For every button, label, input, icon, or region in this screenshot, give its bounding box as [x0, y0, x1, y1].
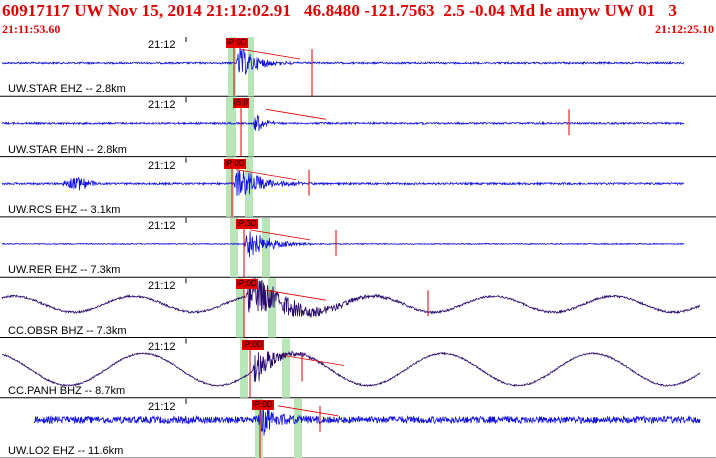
coda-fit-line	[249, 229, 311, 241]
phase-pick-flag[interactable]: iP:3D	[236, 218, 258, 229]
time-tick-label: 21:12	[148, 340, 176, 353]
station-label: UW.STAR EHZ -- 2.8km	[8, 83, 126, 96]
coda-fit-line	[265, 108, 327, 120]
station-label: UW.RCS EHZ -- 3.1km	[8, 203, 121, 216]
waveform-trace	[1, 47, 685, 75]
phase-pick-flag[interactable]: iP:0D	[252, 399, 274, 410]
time-tick-label: 21:12	[148, 400, 176, 413]
phase-pick-flag[interactable]: iP:0D	[226, 38, 248, 48]
station-label: UW.STAR EHN -- 2.8km	[8, 143, 127, 156]
s-window-band	[294, 398, 302, 458]
window-end-time: 21:12:25.10	[655, 22, 714, 36]
time-tick-label: 21:12	[148, 39, 176, 51]
station-label: CC.OBSR BHZ -- 7.3km	[8, 324, 127, 337]
station-label: CC.PANH BHZ -- 8.7km	[8, 384, 126, 397]
coda-fit-line	[277, 405, 339, 417]
seismogram-panels[interactable]: 21:12 UW.STAR EHZ -- 2.8km iP:0D 21:12 UW.ST…	[0, 36, 716, 458]
event-header: 60917117 UW Nov 15, 2014 21:12:02.91 46.…	[0, 0, 716, 36]
waveform-trace	[1, 170, 685, 197]
event-summary-title: 60917117 UW Nov 15, 2014 21:12:02.91 46.…	[2, 1, 677, 20]
waveform-trace	[1, 276, 701, 318]
waveform-trace	[33, 407, 701, 436]
coda-fit-line	[283, 355, 345, 366]
phase-pick-flag[interactable]: iP:0D	[236, 279, 258, 290]
waveform-trace	[1, 115, 685, 132]
time-tick-label: 21:12	[148, 280, 176, 293]
waveform-trace	[1, 231, 685, 258]
phase-pick-flag[interactable]: iP:0D	[224, 158, 246, 169]
time-tick-label: 21:12	[148, 159, 176, 172]
station-label: UW.LO2 EHZ -- 11.6km	[8, 445, 124, 458]
phase-pick-flag[interactable]: iP:0D	[242, 339, 264, 350]
time-tick-label: 21:12	[148, 99, 176, 112]
s-window-band	[248, 97, 254, 157]
phase-pick-flag[interactable]: iS:0	[233, 98, 249, 109]
time-tick-label: 21:12	[148, 219, 176, 232]
waveform-trace	[2, 350, 701, 388]
window-start-time: 21:11:53.60	[2, 22, 61, 36]
station-label: UW.RER EHZ -- 7.3km	[8, 264, 121, 277]
s-window-band	[282, 338, 290, 398]
